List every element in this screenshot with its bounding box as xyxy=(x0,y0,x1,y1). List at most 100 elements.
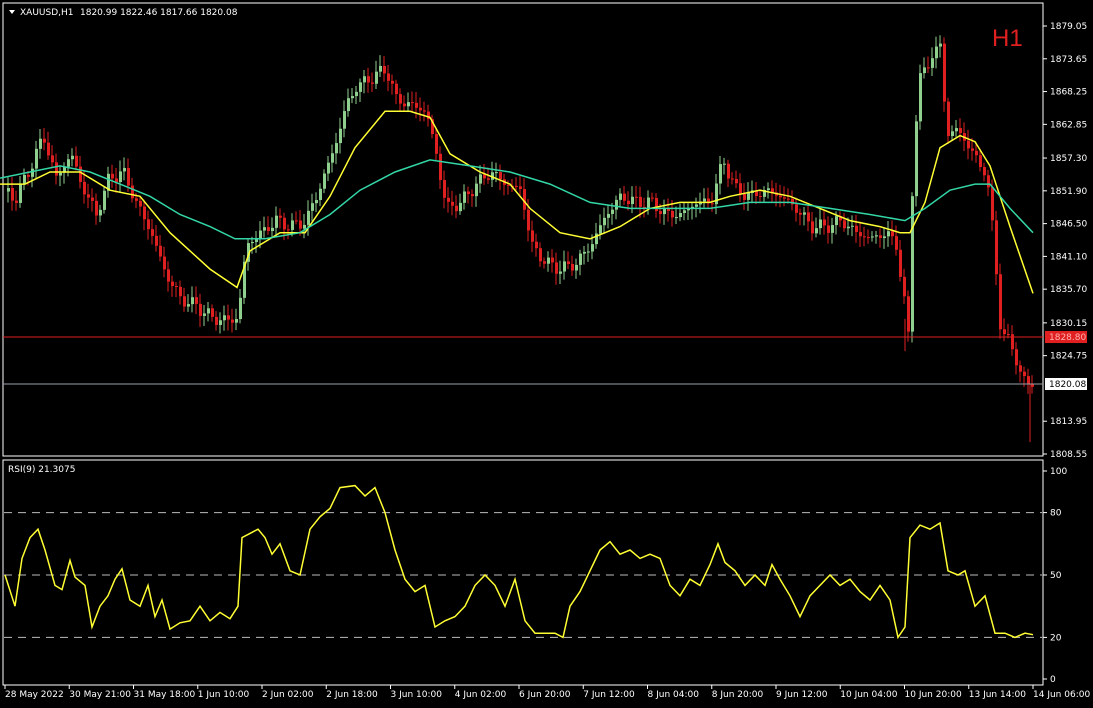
candle-body xyxy=(1015,349,1018,366)
candle-body xyxy=(915,121,918,197)
price-tick-label: 1879.05 xyxy=(1050,22,1087,32)
candle-body xyxy=(515,185,518,187)
candle-body xyxy=(847,226,850,229)
candle-body xyxy=(283,217,286,230)
time-tick-label: 2 Jun 18:00 xyxy=(326,690,378,700)
fast-ma-line xyxy=(0,110,1034,294)
price-tick-label: 1813.95 xyxy=(1050,417,1087,427)
candle-body xyxy=(619,193,622,200)
candle-body xyxy=(19,184,22,203)
candle-body xyxy=(939,43,942,47)
candle-body xyxy=(867,237,870,239)
candle-body xyxy=(471,194,474,197)
candle-body xyxy=(711,203,714,205)
candle-body xyxy=(759,196,762,198)
candle-body xyxy=(1019,365,1022,372)
candle-body xyxy=(27,174,30,177)
candle-body xyxy=(899,249,902,277)
candle-body xyxy=(311,203,314,211)
candle-body xyxy=(459,202,462,212)
candle-body xyxy=(519,186,522,190)
candle-body xyxy=(991,187,994,221)
candle-body xyxy=(571,264,574,271)
candle-body xyxy=(151,229,154,236)
candle-body xyxy=(355,91,358,97)
candle-body xyxy=(603,217,606,226)
candle-body xyxy=(843,220,846,229)
candle-body xyxy=(307,210,310,225)
candle-body xyxy=(559,271,562,274)
candle-body xyxy=(971,148,974,151)
candle-body xyxy=(463,191,466,203)
candle-body xyxy=(199,303,202,316)
candle-body xyxy=(875,235,878,237)
candle-body xyxy=(803,212,806,215)
candle-body xyxy=(599,225,602,234)
candle-body xyxy=(223,315,226,321)
candle-body xyxy=(919,73,922,122)
candle-body xyxy=(539,248,542,262)
candle-body xyxy=(95,200,98,216)
candle-body xyxy=(951,131,954,137)
candle-body xyxy=(647,197,650,208)
rsi-tick-label: 100 xyxy=(1050,467,1067,477)
candle-body xyxy=(99,209,102,216)
candle-body xyxy=(851,225,854,227)
trading-chart[interactable]: XAUUSD,H1 1820.99 1822.46 1817.66 1820.0… xyxy=(0,0,1093,708)
candle-body xyxy=(11,188,14,201)
candle-body xyxy=(583,251,586,254)
candle-body xyxy=(183,296,186,307)
candle-body xyxy=(403,103,406,107)
candle-body xyxy=(351,96,354,99)
candle-body xyxy=(47,142,50,156)
candle-body xyxy=(159,245,162,257)
candle-body xyxy=(279,215,282,218)
candle-body xyxy=(607,213,610,218)
candle-body xyxy=(855,225,858,233)
candle-body xyxy=(103,190,106,210)
candle-body xyxy=(675,217,678,219)
candle-body xyxy=(79,166,82,182)
candle-body xyxy=(259,230,262,239)
time-tick-label: 6 Jun 20:00 xyxy=(519,690,571,700)
price-tick-label: 1851.90 xyxy=(1050,187,1087,197)
candle-body xyxy=(623,193,626,201)
moving-averages-layer xyxy=(0,110,1034,294)
candle-body xyxy=(455,205,458,212)
candle-body xyxy=(975,150,978,156)
candle-body xyxy=(383,65,386,74)
candle-body xyxy=(943,43,946,102)
time-tick-label: 9 Jun 12:00 xyxy=(776,690,828,700)
candle-body xyxy=(59,172,62,176)
candle-body xyxy=(391,80,394,84)
candle-body xyxy=(479,174,482,184)
chart-menu-triangle-icon[interactable] xyxy=(9,10,15,14)
time-tick-label: 7 Jun 12:00 xyxy=(583,690,635,700)
candle-body xyxy=(147,219,150,230)
time-tick-label: 31 May 18:00 xyxy=(134,690,196,700)
candle-body xyxy=(499,172,502,180)
candle-body xyxy=(447,197,450,202)
candle-body xyxy=(535,241,538,249)
candle-body xyxy=(335,143,338,154)
rsi-tick-label: 0 xyxy=(1050,675,1056,685)
symbol-label: XAUUSD,H1 xyxy=(20,8,74,18)
candle-body xyxy=(467,191,470,195)
rsi-axis: 100 80 50 20 0 xyxy=(1043,467,1067,685)
time-tick-label: 2 Jun 02:00 xyxy=(262,690,314,700)
candle-body xyxy=(127,167,130,186)
candle-body xyxy=(331,153,334,163)
candle-body xyxy=(895,236,898,250)
candle-body xyxy=(359,82,362,92)
candle-body xyxy=(819,219,822,229)
candle-body xyxy=(35,148,38,169)
time-tick-label: 10 Jun 04:00 xyxy=(840,690,897,700)
rsi-tick-label: 80 xyxy=(1050,509,1062,519)
candle-body xyxy=(339,128,342,144)
candles-layer xyxy=(7,35,1034,443)
time-axis: 28 May 2022 30 May 21:00 31 May 18:00 1 Jun… xyxy=(4,685,1090,700)
candle-body xyxy=(615,199,618,210)
candle-body xyxy=(299,220,302,229)
time-tick-label: 13 Jun 14:00 xyxy=(969,690,1026,700)
candle-body xyxy=(139,200,142,207)
